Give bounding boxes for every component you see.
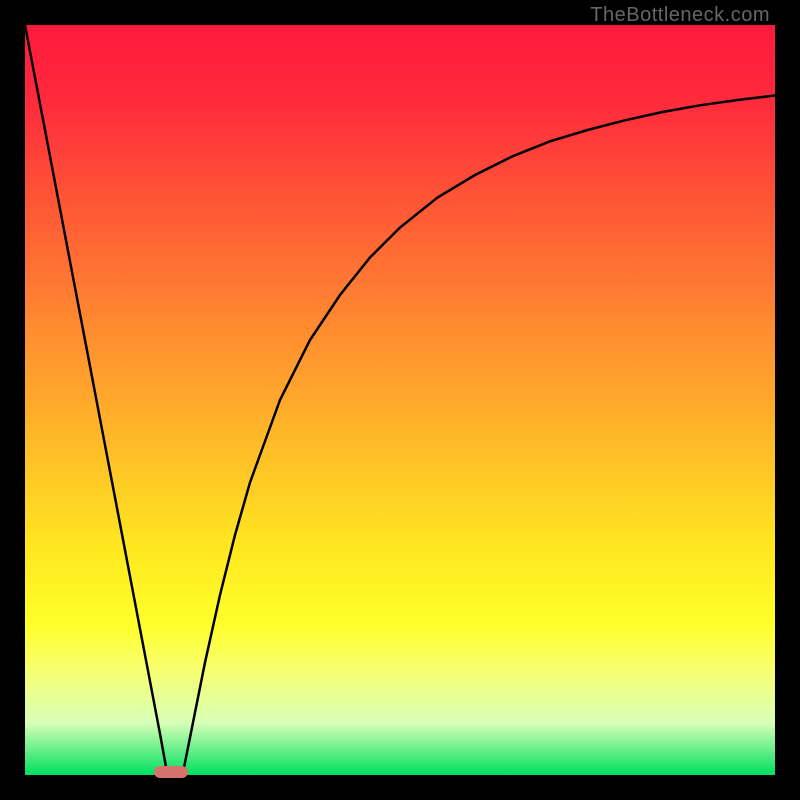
curve-line: [25, 25, 775, 775]
attribution-text: TheBottleneck.com: [590, 4, 770, 27]
plot-area: [25, 25, 775, 775]
minimum-marker: [154, 766, 188, 778]
bottleneck-curve: [25, 25, 775, 775]
chart-frame: TheBottleneck.com: [0, 0, 800, 800]
